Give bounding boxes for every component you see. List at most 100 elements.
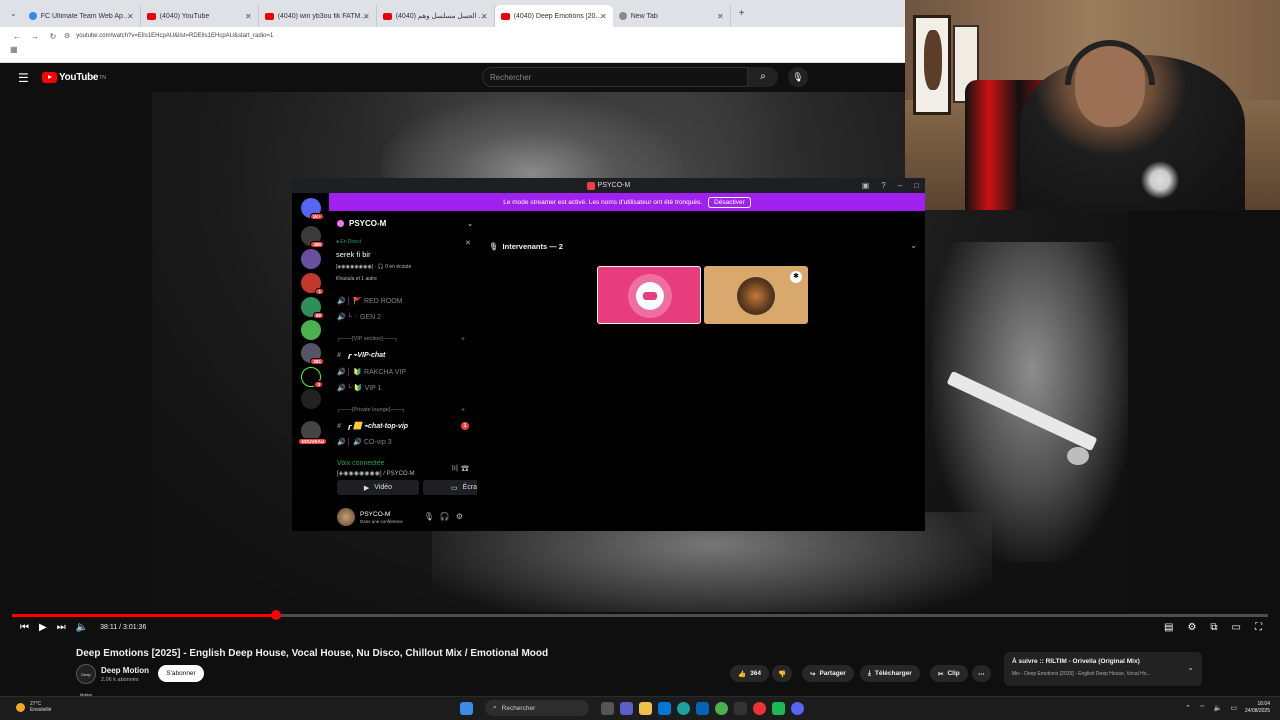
close-icon[interactable]: ✕ (245, 12, 252, 21)
previous-icon[interactable]: ⏮ (20, 622, 29, 633)
channel-item[interactable]: 🔊 │ 🔰 RAKCHA VIP (337, 368, 406, 376)
browser-tab[interactable]: (4040) win yb3ou fik FATMA B ✕ (259, 5, 377, 27)
forward-icon[interactable]: → (28, 32, 42, 41)
edge-icon[interactable] (677, 701, 690, 715)
more-actions-button[interactable]: ⋯ (972, 665, 991, 682)
search-input[interactable]: Rechercher (482, 67, 748, 87)
inbox-icon[interactable]: ▣ (862, 181, 870, 190)
speaker-tile[interactable] (597, 266, 701, 324)
captions-icon[interactable]: ▤ (1164, 622, 1173, 633)
browser-tab[interactable]: FC Ultimate Team Web App - E ✕ (23, 5, 141, 27)
chevron-down-icon[interactable]: ⌄ (910, 241, 917, 250)
disable-streamer-mode-button[interactable]: Désactiver (708, 196, 751, 208)
chevron-up-icon[interactable]: ⌃ (1185, 704, 1191, 712)
task-view-icon[interactable] (601, 701, 614, 715)
site-info-icon[interactable]: ⚙ (64, 32, 70, 40)
video-progress-bar[interactable] (12, 610, 1268, 620)
video-button[interactable]: ▶ Vidéo (337, 480, 419, 495)
channel-category[interactable]: ╭───[VIP section]───╮ + (337, 336, 465, 343)
avatar[interactable] (337, 508, 355, 526)
server-icon[interactable] (301, 389, 321, 409)
maximize-icon[interactable]: □ (914, 181, 919, 190)
chrome-icon[interactable] (715, 701, 728, 715)
channel-item[interactable]: 🔊 └ 🔰 VIP 1 (337, 384, 382, 392)
outlook-icon[interactable] (696, 701, 709, 715)
close-icon[interactable]: ✕ (465, 239, 471, 247)
kick-server-icon[interactable]: 3 (301, 367, 323, 388)
clip-button[interactable]: ✂ Clip (930, 665, 968, 682)
server-icon[interactable]: 291 (301, 343, 324, 365)
channel-item[interactable]: 🔊 │ 🚩 RED ROOM (337, 297, 402, 305)
browser-tab[interactable]: New Tab ✕ (613, 5, 731, 27)
browser-tab[interactable]: (4040) شهر العسل مسلسل وهم ✕ (377, 5, 495, 27)
back-icon[interactable]: ← (10, 32, 24, 41)
play-icon[interactable]: ▶ (39, 622, 47, 633)
theater-mode-icon[interactable]: ▭ (1232, 622, 1241, 633)
weather-widget[interactable]: 27°C Ensoleillé (16, 701, 51, 713)
subscribe-button[interactable]: S'abonner (158, 665, 204, 682)
server-header[interactable]: PSYCO-M ⌄ (337, 219, 473, 228)
discord-home-icon[interactable]: 1K+ (301, 198, 324, 220)
miniplayer-icon[interactable]: ⧉ (1210, 622, 1217, 633)
fullscreen-icon[interactable]: ⛶ (1255, 622, 1262, 633)
download-button[interactable]: ⤓ Télécharger (860, 665, 920, 682)
channel-item[interactable]: 🔊 └ ◌ GEN 2 (337, 313, 381, 322)
browser-tab[interactable]: (4040) YouTube ✕ (141, 5, 259, 27)
voice-channel-name[interactable]: [◈◉◉◉◉◉◉◉] / PSYCO-M (337, 470, 415, 477)
hamburger-menu-icon[interactable]: ☰ (18, 71, 29, 85)
apps-grid-icon[interactable]: ▦ (10, 45, 18, 54)
new-tab-button[interactable]: + (739, 8, 745, 19)
taskbar-search[interactable]: ⌕ Rechercher (485, 700, 589, 716)
minimize-icon[interactable]: – (898, 181, 902, 190)
noise-suppression-icon[interactable]: 〣 (451, 464, 459, 473)
youtube-logo[interactable]: YouTube TN (42, 72, 106, 83)
dislike-button[interactable]: 👎 (772, 665, 793, 682)
channel-category[interactable]: ╭───[Private lounge]───╮ + (337, 407, 465, 414)
app-icon[interactable] (772, 701, 785, 715)
server-icon[interactable]: NOUVEAU (298, 421, 327, 445)
volume-icon[interactable]: 🔈 (76, 622, 88, 633)
tab-list-chevron-icon[interactable]: ⌄ (10, 9, 17, 18)
help-icon[interactable]: ? (881, 181, 885, 190)
volume-icon[interactable]: 🔈 (1214, 704, 1223, 712)
browser-tab-active[interactable]: (4040) Deep Emotions [2025] ✕ (494, 5, 613, 27)
teams-icon[interactable] (620, 701, 633, 715)
channel-name[interactable]: Deep Motion (101, 666, 149, 675)
server-icon[interactable] (301, 320, 321, 340)
share-button[interactable]: ↪ Partager (802, 665, 854, 682)
settings-gear-icon[interactable]: ⚙ (1187, 622, 1196, 633)
reload-icon[interactable]: ↻ (46, 32, 60, 41)
live-stage-title[interactable]: serek fi bir (336, 250, 371, 259)
app-icon[interactable] (753, 701, 766, 715)
close-icon[interactable]: ✕ (363, 12, 370, 21)
plus-icon[interactable]: + (461, 336, 465, 343)
close-icon[interactable]: ✕ (481, 12, 488, 21)
disconnect-icon[interactable]: ☎ (461, 464, 469, 473)
server-icon[interactable]: 69 (301, 297, 324, 319)
clock[interactable]: 16:04 24/08/2025 (1245, 701, 1270, 715)
channel-item[interactable]: # ┎ 🟨 ⌁chat-top-vip 1 (337, 422, 469, 430)
server-icon[interactable] (301, 249, 321, 269)
close-icon[interactable]: ✕ (600, 12, 607, 21)
speaker-tile[interactable]: ✱ (704, 266, 808, 324)
close-icon[interactable]: ✕ (127, 12, 134, 21)
plus-icon[interactable]: + (461, 407, 465, 414)
gear-icon[interactable]: ⚙ (456, 512, 469, 521)
file-explorer-icon[interactable] (639, 701, 652, 715)
server-icon[interactable]: 1 (301, 273, 324, 295)
channel-avatar[interactable]: Deep Motion (76, 664, 96, 697)
channel-item[interactable]: # ┎ ⌁VIP-chat (337, 351, 385, 360)
close-icon[interactable]: ✕ (717, 12, 724, 21)
channel-item[interactable]: 🔊 │ 🔊 CO-vip 3 (337, 438, 392, 446)
voice-search-button[interactable]: 🎙 (788, 67, 808, 87)
microphone-icon[interactable]: 🎙 (424, 512, 440, 521)
like-button[interactable]: 👍 364 (730, 665, 769, 682)
chevron-down-icon[interactable]: ⌄ (1187, 663, 1194, 672)
url-field[interactable]: youtube.com/watch?v=ElIs1EHcpAU&list=RDE… (76, 33, 273, 39)
network-icon[interactable]: ⌔ (1199, 704, 1206, 713)
discord-icon[interactable] (791, 701, 804, 715)
next-icon[interactable]: ⏭ (57, 622, 66, 633)
windows-start-icon[interactable] (460, 701, 473, 715)
headphones-icon[interactable]: 🎧 (440, 512, 456, 521)
search-button[interactable]: ⌕ (748, 67, 778, 87)
